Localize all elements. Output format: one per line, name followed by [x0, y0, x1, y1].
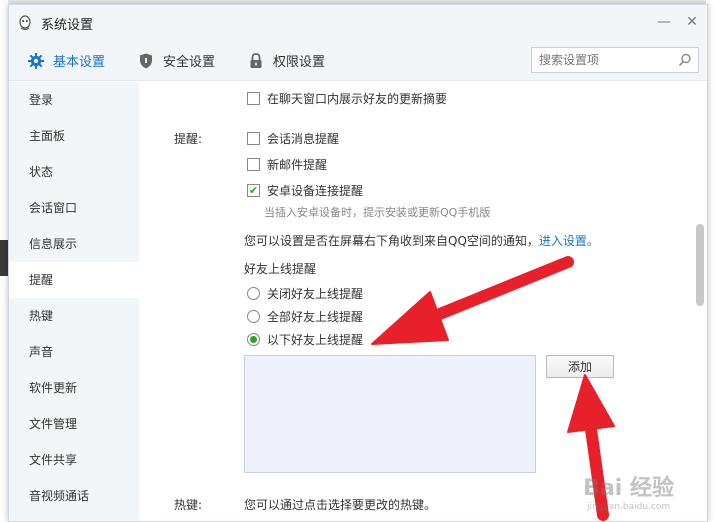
sidebar-item[interactable]: 登录 [9, 82, 139, 118]
tab-label: 基本设置 [53, 55, 106, 70]
option-label: 关闭好友上线提醒 [267, 287, 364, 301]
hotkey-description: 您可以通过点击选择要更改的热键。 [244, 498, 437, 512]
tab-security-settings[interactable]: 安全设置 [137, 41, 215, 81]
sidebar-item[interactable]: 主面板 [9, 118, 139, 154]
new-mail-option[interactable]: 新邮件提醒 [247, 156, 327, 173]
radio-selected-option[interactable]: 以下好友上线提醒 [247, 331, 363, 348]
option-label: 新邮件提醒 [267, 158, 328, 172]
hotkey-label: 热键: [174, 498, 203, 512]
scrollbar[interactable] [693, 82, 707, 521]
add-button[interactable]: 添加 [546, 355, 614, 378]
option-label: 安卓设备连接提醒 [267, 184, 364, 198]
search-input[interactable] [539, 53, 669, 67]
tab-label: 权限设置 [273, 55, 326, 70]
settings-sidebar: 登录 主面板 状态 会话窗口 信息展示 提醒 热键 声音 软件更新 文件管理 文件共享 音视频通话 [9, 82, 139, 521]
tab-label: 安全设置 [163, 55, 216, 70]
android-device-option[interactable]: ✔ 安卓设备连接提醒 [247, 182, 363, 199]
option-label: 全部好友上线提醒 [267, 310, 364, 324]
option-label: 以下好友上线提醒 [267, 333, 364, 347]
qzone-notice: 您可以设置是否在屏幕右下角收到来自QQ空间的通知， 进入设置。 [244, 232, 599, 249]
qzone-settings-link[interactable]: 进入设置。 [539, 232, 599, 249]
tab-bar: 基本设置 安全设置 权限设置 [9, 41, 707, 81]
scrollbar-thumb[interactable] [696, 224, 704, 306]
radio[interactable] [247, 287, 260, 300]
friend-list-box[interactable] [244, 355, 536, 473]
sidebar-item[interactable]: 信息展示 [9, 226, 139, 262]
sidebar-item[interactable]: 文件管理 [9, 406, 139, 442]
title-bar[interactable]: 系统设置 — ✕ [9, 5, 707, 41]
tab-basic-settings[interactable]: 基本设置 [27, 41, 105, 81]
checkbox-checked[interactable]: ✔ [247, 184, 260, 197]
sidebar-item[interactable]: 会话窗口 [9, 190, 139, 226]
sidebar-item[interactable]: 音视频通话 [9, 478, 139, 514]
shield-icon [140, 53, 153, 68]
checkbox[interactable] [247, 92, 260, 105]
sidebar-item[interactable]: 提醒 [9, 262, 139, 298]
checkbox[interactable] [247, 132, 260, 145]
radio-off-option[interactable]: 关闭好友上线提醒 [247, 285, 363, 302]
online-reminder-title: 好友上线提醒 [244, 262, 317, 276]
option-label: 会话消息提醒 [267, 132, 340, 146]
search-box[interactable] [531, 47, 699, 73]
window-title: 系统设置 [41, 17, 94, 33]
background-thumbnail [0, 240, 8, 276]
reminder-label: 提醒: [174, 132, 203, 146]
watermark-sub: jingyan.baidu.com [587, 502, 671, 512]
watermark: Bai 经验 jingyan.baidu.com [583, 470, 674, 512]
qq-logo-icon [19, 15, 31, 31]
watermark-main: Bai 经验 [583, 476, 674, 501]
sidebar-item[interactable]: 热键 [9, 298, 139, 334]
android-hint: 当插入安卓设备时，提示安装或更新QQ手机版 [264, 206, 491, 219]
gear-icon [28, 52, 44, 69]
settings-content: 在聊天窗口内展示好友的更新摘要 提醒: 会话消息提醒 新邮件提醒 ✔ 安卓设备连… [139, 82, 707, 521]
option-label: 在聊天窗口内展示好友的更新摘要 [267, 92, 448, 106]
minimize-button[interactable]: — [657, 14, 671, 30]
background-page-left [0, 0, 8, 522]
sidebar-item[interactable]: 软件更新 [9, 370, 139, 406]
sidebar-item[interactable]: 声音 [9, 334, 139, 370]
show-friend-updates-option[interactable]: 在聊天窗口内展示好友的更新摘要 [247, 90, 447, 107]
sidebar-item[interactable]: 文件共享 [9, 442, 139, 478]
settings-window: 系统设置 — ✕ 基本设置 安全设置 权限设置 搜索设置项 登录 主面板 状态 … [8, 4, 708, 522]
radio[interactable] [247, 310, 260, 323]
search-icon[interactable] [678, 53, 692, 67]
radio-selected[interactable] [247, 333, 260, 346]
radio-all-option[interactable]: 全部好友上线提醒 [247, 308, 363, 325]
close-button[interactable]: ✕ [685, 14, 699, 30]
sidebar-item[interactable]: 状态 [9, 154, 139, 190]
session-message-option[interactable]: 会话消息提醒 [247, 130, 339, 147]
qzone-text: 您可以设置是否在屏幕右下角收到来自QQ空间的通知， [244, 234, 539, 248]
tab-permission-settings[interactable]: 权限设置 [247, 41, 325, 81]
checkbox[interactable] [247, 158, 260, 171]
lock-icon [250, 52, 262, 68]
